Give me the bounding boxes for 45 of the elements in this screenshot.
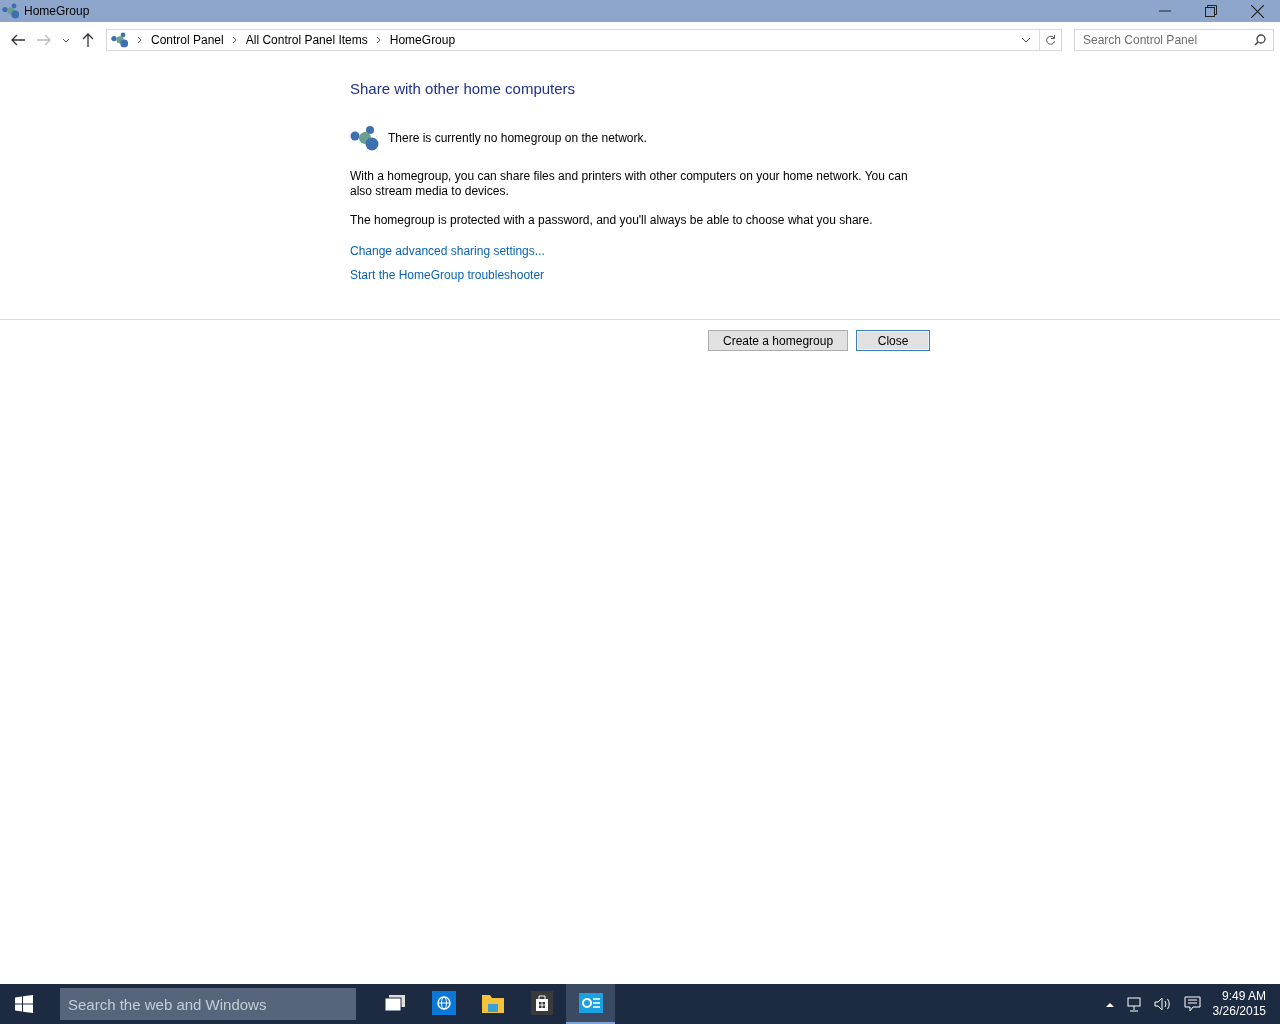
windows-logo-icon: [15, 995, 33, 1013]
globe-icon: [431, 991, 456, 1015]
status-text: There is currently no homegroup on the network.: [388, 131, 647, 145]
arrow-up-icon: [82, 33, 94, 47]
shopping-bag-icon: [530, 991, 553, 1015]
description-text: The homegroup is protected with a password, and you'll always be able to choose what you share.: [350, 213, 874, 228]
address-bar[interactable]: Control Panel All Control Panel Items HomeGroup: [106, 29, 1040, 51]
clock-time: 9:49 AM: [1221, 989, 1266, 1004]
chevron-right-icon: [137, 36, 143, 44]
restore-icon: [1205, 5, 1217, 17]
location-icon: [111, 32, 129, 48]
chevron-down-icon: [62, 37, 70, 43]
dialog-button[interactable]: Create a homegroup: [708, 330, 849, 351]
dialog-button[interactable]: Close: [856, 330, 931, 351]
dropdown-chevron-icon[interactable]: [1021, 37, 1031, 43]
close-icon: [1250, 4, 1264, 18]
app-icon: [2, 3, 20, 19]
message-icon[interactable]: [1183, 996, 1201, 1012]
control-panel-icon: [578, 993, 603, 1013]
taskbar-search-field[interactable]: Search the web and Windows: [60, 988, 356, 1020]
arrow-right-icon: [37, 34, 51, 46]
page-heading: Share with other home computers: [350, 80, 577, 97]
search-field[interactable]: Search Control Panel: [1074, 29, 1274, 51]
window-title: HomeGroup: [24, 4, 91, 18]
caret-up-icon[interactable]: [1105, 1001, 1114, 1007]
arrow-left-icon: [11, 34, 25, 46]
refresh-icon: [1045, 34, 1056, 46]
breadcrumb[interactable]: HomeGroup: [389, 33, 456, 47]
speaker-icon[interactable]: [1153, 997, 1172, 1011]
description-text: With a homegroup, you can share files and printers with other computers on your home network. You can also stream media to devices.: [350, 169, 909, 199]
windows-stack-icon: [383, 994, 406, 1012]
homegroup-icon: [350, 125, 380, 151]
breadcrumb[interactable]: Control Panel: [151, 33, 224, 47]
link[interactable]: Change advanced sharing settings...: [350, 244, 545, 258]
network-icon[interactable]: [1125, 996, 1142, 1012]
breadcrumb[interactable]: All Control Panel Items: [245, 33, 368, 47]
minimize-icon: [1159, 10, 1171, 12]
chevron-right-icon: [375, 36, 382, 44]
clock-date: 3/26/2015: [1212, 1004, 1266, 1019]
taskbar-app-button[interactable]: [566, 984, 615, 1024]
search-icon: [1254, 34, 1266, 46]
link[interactable]: Start the HomeGroup troubleshooter: [350, 268, 545, 282]
folder-icon: [480, 992, 505, 1014]
refresh-button[interactable]: [1040, 29, 1062, 51]
chevron-right-icon: [231, 36, 238, 44]
